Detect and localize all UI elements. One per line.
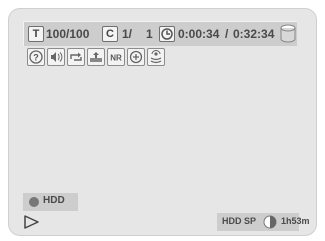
recording-remaining: HDD SP 1h53m: [217, 213, 310, 231]
osd-screen: T 100/100 C 1/ 1 0:00:34 / 0:32:34 ? NR …: [8, 8, 317, 236]
hdd-disc-icon: [279, 24, 297, 44]
chapter-number: 1/: [122, 27, 133, 41]
repeat-icon[interactable]: [67, 48, 85, 66]
chapter-total: 1: [146, 27, 153, 41]
time-separator: /: [225, 27, 229, 41]
media-label: HDD: [43, 195, 65, 206]
zoom-icon[interactable]: [127, 48, 145, 66]
record-dot-icon: [29, 197, 39, 207]
capacity-pie-icon: [263, 215, 277, 229]
audio-icon[interactable]: [47, 48, 65, 66]
play-icon: [23, 214, 41, 235]
title-number: 100/100: [46, 27, 90, 41]
noise-reduction-icon[interactable]: NR: [107, 48, 125, 66]
recording-mode: HDD SP: [222, 216, 257, 226]
remaining-time: 1h53m: [281, 216, 310, 226]
noise-reduction-label: NR: [110, 54, 122, 63]
total-time: 0:32:34: [233, 27, 275, 41]
elapsed-time: 0:00:34: [178, 27, 220, 41]
chapter-badge: C: [102, 26, 118, 42]
help-icon[interactable]: ?: [27, 48, 45, 66]
svg-text:?: ?: [33, 53, 39, 63]
media-indicator: HDD: [23, 193, 78, 211]
title-badge: T: [28, 26, 44, 42]
clock-icon: [159, 26, 175, 42]
status-bar: T 100/100 C 1/ 1 0:00:34 / 0:32:34: [23, 21, 297, 46]
marker-icon[interactable]: [87, 48, 105, 66]
surround-icon[interactable]: [147, 48, 165, 66]
